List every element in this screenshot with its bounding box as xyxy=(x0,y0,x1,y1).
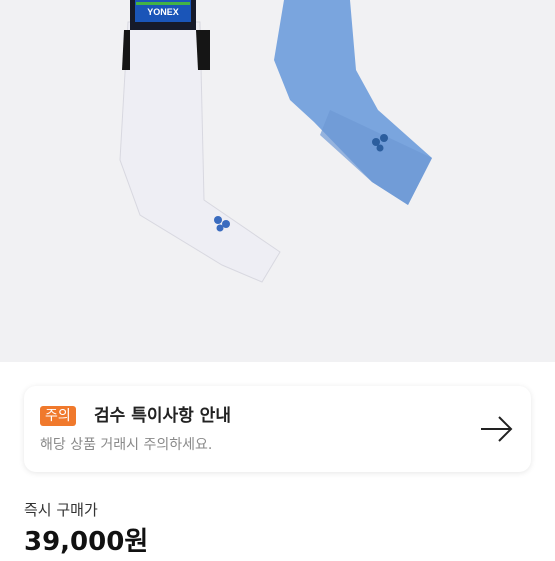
product-image: YONEX xyxy=(0,0,555,362)
white-sock xyxy=(119,21,281,283)
brand-tag: YONEX xyxy=(130,0,196,30)
caution-badge: 주의 xyxy=(40,406,76,426)
inspection-notice-card[interactable]: 주의 검수 특이사항 안내 해당 상품 거래시 주의하세요. xyxy=(24,386,531,472)
socks-illustration: YONEX xyxy=(119,0,432,283)
notice-description: 해당 상품 거래시 주의하세요. xyxy=(40,437,213,453)
arrow-right-icon[interactable] xyxy=(479,412,515,446)
notice-title: 검수 특이사항 안내 xyxy=(94,406,231,426)
price-label: 즉시 구매가 xyxy=(24,501,98,519)
brand-tag-text: YONEX xyxy=(147,7,179,17)
blue-sock xyxy=(274,0,432,205)
price-value: 39,000원 xyxy=(24,527,149,557)
